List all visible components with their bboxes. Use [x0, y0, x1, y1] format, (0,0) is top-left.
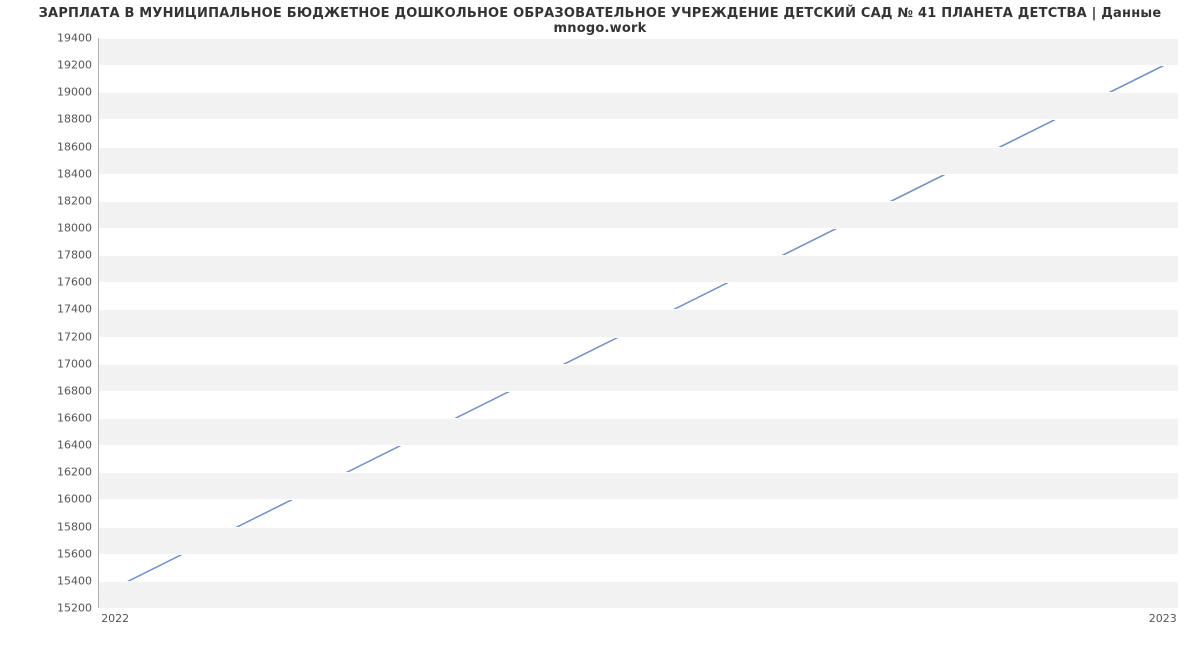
- y-tick-label: 18800: [32, 113, 92, 126]
- gridline: [99, 581, 1178, 582]
- chart-title: ЗАРПЛАТА В МУНИЦИПАЛЬНОЕ БЮДЖЕТНОЕ ДОШКО…: [0, 6, 1200, 36]
- gridline: [99, 364, 1178, 365]
- gridline: [99, 174, 1178, 175]
- grid-band: [99, 364, 1178, 391]
- y-tick-label: 16200: [32, 466, 92, 479]
- grid-band: [99, 581, 1178, 608]
- gridline: [99, 38, 1178, 39]
- y-tick-label: 15800: [32, 520, 92, 533]
- y-tick-label: 17000: [32, 357, 92, 370]
- y-tick-label: 18400: [32, 167, 92, 180]
- gridline: [99, 391, 1178, 392]
- y-tick-label: 19000: [32, 86, 92, 99]
- y-tick-label: 18200: [32, 194, 92, 207]
- y-tick-label: 16600: [32, 412, 92, 425]
- y-tick-label: 16800: [32, 384, 92, 397]
- gridline: [99, 282, 1178, 283]
- gridline: [99, 527, 1178, 528]
- x-tick-label: 2023: [1149, 612, 1177, 625]
- grid-band: [99, 472, 1178, 499]
- y-tick-label: 17400: [32, 303, 92, 316]
- x-tick-label: 2022: [101, 612, 129, 625]
- grid-band: [99, 255, 1178, 282]
- gridline: [99, 445, 1178, 446]
- gridline: [99, 255, 1178, 256]
- gridline: [99, 309, 1178, 310]
- y-tick-label: 19200: [32, 59, 92, 72]
- y-tick-label: 17200: [32, 330, 92, 343]
- grid-band: [99, 527, 1178, 554]
- gridline: [99, 92, 1178, 93]
- gridline: [99, 472, 1178, 473]
- y-tick-label: 18600: [32, 140, 92, 153]
- gridline: [99, 147, 1178, 148]
- plot-area: 1520015400156001580016000162001640016600…: [98, 38, 1178, 608]
- gridline: [99, 228, 1178, 229]
- gridline: [99, 499, 1178, 500]
- y-tick-label: 18000: [32, 222, 92, 235]
- gridline: [99, 418, 1178, 419]
- y-tick-label: 15200: [32, 602, 92, 615]
- gridline: [99, 65, 1178, 66]
- grid-band: [99, 92, 1178, 119]
- y-tick-label: 15400: [32, 574, 92, 587]
- y-tick-label: 16000: [32, 493, 92, 506]
- grid-band: [99, 201, 1178, 228]
- grid-band: [99, 418, 1178, 445]
- gridline: [99, 337, 1178, 338]
- y-tick-label: 17600: [32, 276, 92, 289]
- gridline: [99, 554, 1178, 555]
- gridline: [99, 201, 1178, 202]
- y-tick-label: 19400: [32, 32, 92, 45]
- y-tick-label: 15600: [32, 547, 92, 560]
- grid-band: [99, 309, 1178, 336]
- y-tick-label: 16400: [32, 439, 92, 452]
- chart-container: ЗАРПЛАТА В МУНИЦИПАЛЬНОЕ БЮДЖЕТНОЕ ДОШКО…: [0, 0, 1200, 650]
- y-tick-label: 17800: [32, 249, 92, 262]
- grid-band: [99, 147, 1178, 174]
- grid-band: [99, 38, 1178, 65]
- gridline: [99, 119, 1178, 120]
